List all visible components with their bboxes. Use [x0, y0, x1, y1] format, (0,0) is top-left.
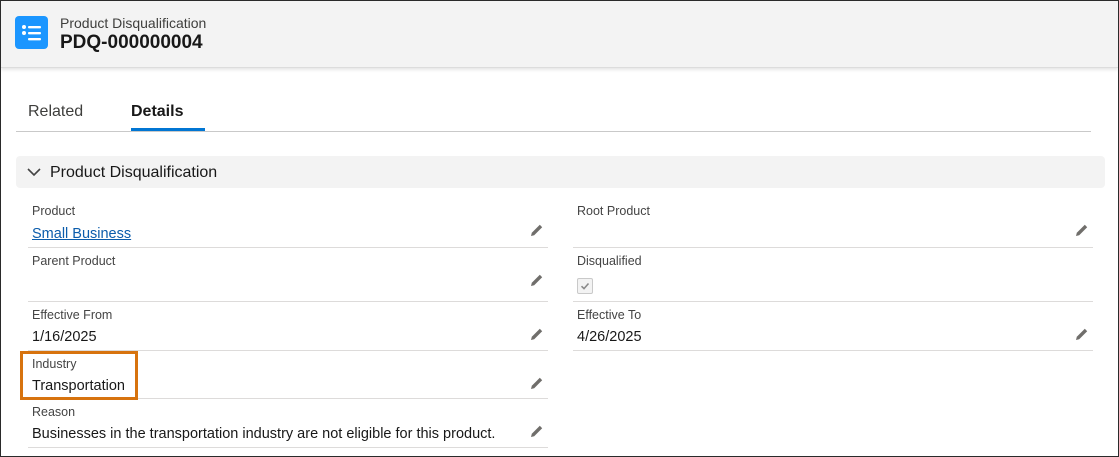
- field-label: Parent Product: [32, 254, 116, 268]
- object-type-label: Product Disqualification: [60, 15, 207, 31]
- field-parent-product: Parent Product: [28, 247, 548, 302]
- record-name: PDQ-000000004: [60, 32, 203, 53]
- pencil-icon[interactable]: [1075, 223, 1089, 242]
- field-reason: Reason Businesses in the transportation …: [28, 398, 548, 448]
- list-icon: [15, 16, 48, 49]
- tab-related[interactable]: Related: [28, 103, 83, 121]
- field-label: Effective To: [577, 308, 642, 322]
- pencil-icon[interactable]: [530, 376, 544, 395]
- pencil-icon[interactable]: [1075, 327, 1089, 346]
- field-effective-to: Effective To 4/26/2025: [573, 301, 1093, 351]
- field-disqualified: Disqualified: [573, 247, 1093, 302]
- field-value: Businesses in the transportation industr…: [32, 426, 496, 442]
- section-header[interactable]: Product Disqualification: [16, 156, 1105, 188]
- field-product: Product Small Business: [28, 197, 548, 248]
- industry-highlight-box: [20, 351, 138, 400]
- pencil-icon[interactable]: [530, 327, 544, 346]
- pencil-icon[interactable]: [530, 223, 544, 242]
- pencil-icon[interactable]: [530, 273, 544, 292]
- section-title: Product Disqualification: [50, 164, 218, 181]
- record-header: Product Disqualification PDQ-000000004: [1, 1, 1118, 68]
- field-value: 1/16/2025: [32, 329, 97, 345]
- field-label: Effective From: [32, 308, 113, 322]
- tab-details[interactable]: Details: [131, 103, 183, 121]
- field-label: Disqualified: [577, 254, 642, 268]
- field-label: Reason: [32, 405, 76, 419]
- active-tab-indicator: [131, 128, 205, 131]
- field-label: Root Product: [577, 204, 650, 218]
- field-root-product: Root Product: [573, 197, 1093, 248]
- disqualified-checkbox: [577, 278, 593, 294]
- field-value: 4/26/2025: [577, 329, 642, 345]
- field-label: Product: [32, 204, 76, 218]
- chevron-down-icon[interactable]: [26, 164, 42, 185]
- record-page: Product Disqualification PDQ-000000004 R…: [0, 0, 1119, 457]
- tab-bar: Related Details: [16, 93, 1091, 132]
- product-link[interactable]: Small Business: [32, 226, 131, 242]
- pencil-icon[interactable]: [530, 424, 544, 443]
- field-effective-from: Effective From 1/16/2025: [28, 301, 548, 351]
